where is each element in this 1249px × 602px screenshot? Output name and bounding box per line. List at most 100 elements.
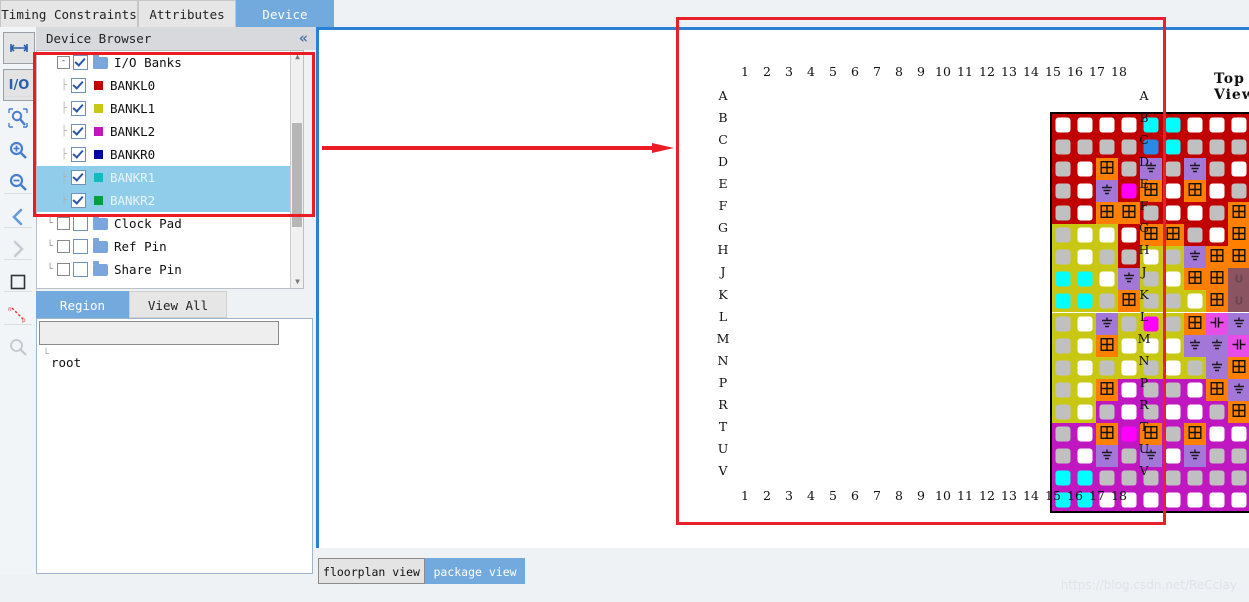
pin-pad[interactable]: [1165, 338, 1181, 354]
pin-cell[interactable]: [1206, 400, 1228, 423]
pin-pad[interactable]: [1165, 117, 1181, 133]
pin-pad[interactable]: [1187, 404, 1203, 420]
pin-cell[interactable]: [1228, 466, 1249, 489]
pin-cell[interactable]: [1184, 158, 1206, 181]
pin-pad[interactable]: [1165, 404, 1181, 420]
pin-cell[interactable]: [1184, 224, 1206, 247]
pin-cell[interactable]: [1184, 114, 1206, 137]
pin-pad[interactable]: [1209, 161, 1225, 177]
pin-cell[interactable]: [1206, 246, 1228, 269]
pin-cell[interactable]: [1206, 334, 1228, 357]
pin-pad[interactable]: [1187, 117, 1203, 133]
scroll-down-icon[interactable]: ▼: [293, 277, 302, 287]
pin-pad[interactable]: [1187, 360, 1203, 376]
view-tab-package-view[interactable]: package view: [425, 558, 525, 584]
pin-cell[interactable]: U: [1228, 268, 1249, 291]
search-icon[interactable]: [3, 332, 33, 362]
pin-pad[interactable]: [1187, 139, 1203, 155]
collapse-panel-icon[interactable]: «: [299, 29, 308, 47]
pin-cell[interactable]: [1206, 202, 1228, 225]
pin-cell[interactable]: [1184, 378, 1206, 401]
pin-pad[interactable]: [1165, 139, 1181, 155]
pin-cell[interactable]: [1206, 290, 1228, 313]
pin-cell[interactable]: [1228, 312, 1249, 335]
tab-timing-constraints[interactable]: Timing Constraints: [0, 0, 138, 27]
region-tab-view-all[interactable]: View All: [129, 291, 227, 318]
pin-pad[interactable]: [1165, 492, 1181, 508]
pin-pad[interactable]: [1231, 161, 1247, 177]
pin-pad[interactable]: [1209, 426, 1225, 442]
pin-cell[interactable]: [1184, 466, 1206, 489]
pin-cell[interactable]: [1184, 334, 1206, 357]
tab-attributes[interactable]: Attributes: [138, 0, 236, 27]
tree-expander-icon[interactable]: [57, 240, 70, 253]
view-tab-floorplan-view[interactable]: floorplan view: [318, 558, 425, 584]
tree-checkbox[interactable]: [73, 216, 88, 231]
pin-pad[interactable]: [1231, 448, 1247, 464]
pin-pad[interactable]: [1187, 492, 1203, 508]
tree-checkbox[interactable]: [73, 239, 88, 254]
pin-cell[interactable]: [1206, 180, 1228, 203]
pin-cell[interactable]: [1184, 400, 1206, 423]
pin-cell[interactable]: [1206, 466, 1228, 489]
tree-checkbox[interactable]: [73, 262, 88, 277]
pin-cell[interactable]: [1228, 378, 1249, 401]
pin-cell[interactable]: [1206, 378, 1228, 401]
pin-cell[interactable]: [1206, 114, 1228, 137]
pin-cell[interactable]: [1206, 136, 1228, 159]
pin-pad[interactable]: [1165, 293, 1181, 309]
pin-cell[interactable]: [1206, 422, 1228, 445]
region-tree-root[interactable]: root: [51, 355, 81, 370]
pin-cell[interactable]: [1228, 136, 1249, 159]
pin-pad[interactable]: [1209, 470, 1225, 486]
pin-pad[interactable]: [1231, 470, 1247, 486]
pin-pad[interactable]: [1231, 117, 1247, 133]
pin-cell[interactable]: [1228, 334, 1249, 357]
pin-cell[interactable]: [1184, 356, 1206, 379]
pin-cell[interactable]: [1184, 290, 1206, 313]
region-tab-region[interactable]: Region: [36, 291, 129, 318]
pin-pad[interactable]: [1231, 139, 1247, 155]
pin-pad[interactable]: [1231, 426, 1247, 442]
pin-cell[interactable]: [1184, 422, 1206, 445]
pin-pad[interactable]: [1165, 249, 1181, 265]
pin-cell[interactable]: [1228, 422, 1249, 445]
pin-cell[interactable]: [1206, 268, 1228, 291]
pin-pad[interactable]: [1165, 360, 1181, 376]
tree-expander-icon[interactable]: [57, 217, 70, 230]
pin-cell[interactable]: [1206, 488, 1228, 511]
pin-pad[interactable]: [1209, 139, 1225, 155]
pin-cell[interactable]: [1228, 356, 1249, 379]
pin-pad[interactable]: [1187, 205, 1203, 221]
pin-cell[interactable]: [1184, 268, 1206, 291]
pin-pad[interactable]: [1209, 227, 1225, 243]
pin-cell[interactable]: [1228, 180, 1249, 203]
pin-cell[interactable]: [1228, 246, 1249, 269]
pin-pad[interactable]: [1187, 227, 1203, 243]
tree-item-ref-pin[interactable]: └ Ref Pin: [37, 235, 303, 258]
pin-cell[interactable]: U: [1228, 290, 1249, 313]
pin-cell[interactable]: [1228, 488, 1249, 511]
pin-pad[interactable]: [1165, 426, 1181, 442]
pin-pad[interactable]: [1165, 382, 1181, 398]
pin-pad[interactable]: [1187, 470, 1203, 486]
pin-cell[interactable]: [1184, 312, 1206, 335]
tree-expander-icon[interactable]: [57, 263, 70, 276]
pin-cell[interactable]: [1228, 400, 1249, 423]
pin-pad[interactable]: [1209, 205, 1225, 221]
tab-device[interactable]: Device: [236, 0, 334, 27]
pin-pad[interactable]: [1231, 183, 1247, 199]
pin-pad[interactable]: [1231, 492, 1247, 508]
pin-pad[interactable]: [1165, 271, 1181, 287]
zoom-in-icon[interactable]: [3, 135, 33, 165]
region-filter-input[interactable]: [39, 321, 279, 345]
pin-pad[interactable]: [1165, 448, 1181, 464]
pin-pad[interactable]: [1165, 470, 1181, 486]
pin-pad[interactable]: [1209, 404, 1225, 420]
pin-pad[interactable]: [1165, 316, 1181, 332]
pin-pad[interactable]: [1165, 183, 1181, 199]
pin-pad[interactable]: [1209, 183, 1225, 199]
rectangle-select-icon[interactable]: [3, 267, 33, 297]
tree-item-share-pin[interactable]: └ Share Pin: [37, 258, 303, 281]
pin-cell[interactable]: [1228, 224, 1249, 247]
